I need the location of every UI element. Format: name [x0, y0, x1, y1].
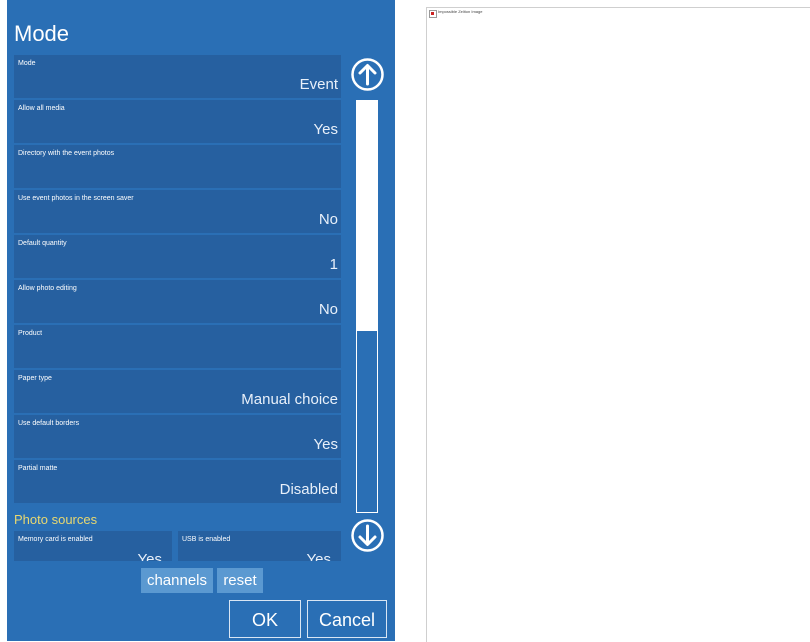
setting-label: Partial matte — [18, 465, 58, 472]
setting-value: Manual choice — [241, 391, 338, 408]
broken-image-icon — [429, 10, 437, 18]
setting-paper-type[interactable]: Paper type Manual choice — [14, 370, 341, 413]
setting-allow-photo-editing[interactable]: Allow photo editing No — [14, 280, 341, 323]
setting-value: No — [318, 301, 338, 318]
cancel-button[interactable]: Cancel — [307, 600, 387, 638]
arrow-up-circle-icon — [351, 58, 384, 91]
setting-label: Allow photo editing — [18, 285, 77, 292]
setting-screen-saver-event-photos[interactable]: Use event photos in the screen saver No — [14, 190, 341, 233]
settings-panel: Mode Mode Event Allow all media Yes Dire… — [7, 0, 395, 641]
setting-label: Use event photos in the screen saver — [18, 195, 134, 202]
page-title: Mode — [14, 21, 70, 46]
scroll-up-button[interactable] — [350, 57, 385, 92]
setting-value: Yes — [137, 551, 162, 561]
setting-label: Allow all media — [18, 105, 65, 112]
setting-default-borders[interactable]: Use default borders Yes — [14, 415, 341, 458]
arrow-down-circle-icon — [351, 519, 384, 552]
setting-memory-card-enabled[interactable]: Memory card is enabled Yes — [14, 531, 172, 561]
setting-value: Yes — [313, 121, 338, 138]
setting-label: Product — [18, 330, 43, 337]
setting-value: Yes — [306, 551, 331, 561]
setting-value: Yes — [313, 436, 338, 453]
image-alt-text: Impossible Zeliton Image — [438, 9, 483, 14]
reset-button[interactable]: reset — [217, 568, 263, 593]
channels-button[interactable]: channels — [141, 568, 213, 593]
setting-value: Disabled — [279, 481, 338, 498]
setting-label: Mode — [18, 60, 36, 67]
setting-value: No — [318, 211, 338, 228]
setting-product[interactable]: Product — [14, 325, 341, 368]
setting-allow-all-media[interactable]: Allow all media Yes — [14, 100, 341, 143]
setting-label: Memory card is enabled — [18, 536, 93, 543]
setting-event-photo-directory[interactable]: Directory with the event photos — [14, 145, 341, 188]
setting-label: Paper type — [18, 375, 52, 382]
ok-button[interactable]: OK — [229, 600, 301, 638]
image-preview-window: Impossible Zeliton Image — [426, 7, 810, 642]
setting-mode[interactable]: Mode Event — [14, 55, 341, 98]
setting-label: USB is enabled — [182, 536, 231, 543]
setting-label: Directory with the event photos — [18, 150, 115, 157]
setting-value: Event — [299, 76, 338, 93]
setting-partial-matte[interactable]: Partial matte Disabled — [14, 460, 341, 503]
scrollbar-thumb[interactable] — [357, 101, 377, 331]
setting-label: Default quantity — [18, 240, 67, 247]
scrollbar-track[interactable] — [356, 100, 378, 513]
setting-value: 1 — [329, 256, 338, 273]
setting-label: Use default borders — [18, 420, 80, 427]
setting-usb-enabled[interactable]: USB is enabled Yes — [178, 531, 341, 561]
section-photo-sources: Photo sources — [14, 512, 98, 527]
setting-default-quantity[interactable]: Default quantity 1 — [14, 235, 341, 278]
scroll-down-button[interactable] — [350, 518, 385, 553]
